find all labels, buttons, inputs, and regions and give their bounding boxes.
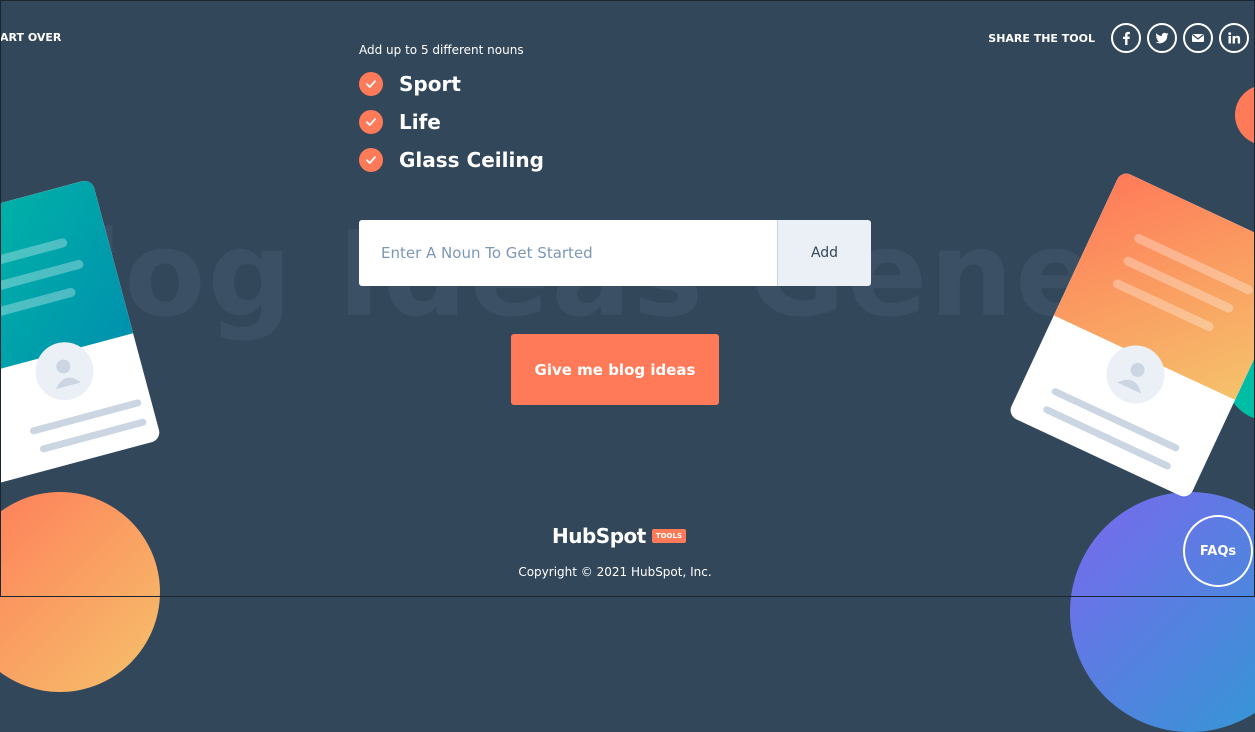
noun-form: Add <box>359 220 871 286</box>
generate-ideas-button[interactable]: Give me blog ideas <box>511 334 719 405</box>
decor-blob-orange-bottom-left <box>0 492 160 692</box>
linkedin-icon[interactable] <box>1219 23 1249 53</box>
noun-item[interactable]: Sport <box>359 65 544 103</box>
share-label: SHARE THE TOOL <box>988 31 1095 45</box>
nouns-hint: Add up to 5 different nouns <box>359 43 524 57</box>
faqs-button[interactable]: FAQs <box>1183 515 1253 587</box>
noun-label: Life <box>399 110 441 134</box>
check-icon <box>359 72 383 96</box>
check-icon <box>359 148 383 172</box>
noun-label: Sport <box>399 72 461 96</box>
noun-item[interactable]: Life <box>359 103 544 141</box>
noun-input[interactable] <box>359 220 777 286</box>
twitter-icon[interactable] <box>1147 23 1177 53</box>
email-icon[interactable] <box>1183 23 1213 53</box>
hubspot-logo[interactable]: HubSpot TOOLS <box>552 524 687 548</box>
tools-badge: TOOLS <box>651 529 687 543</box>
logo-text: HubSpot <box>552 524 646 548</box>
share-bar: SHARE THE TOOL <box>988 23 1249 53</box>
decor-blob-orange-top-right <box>1235 85 1255 145</box>
check-icon <box>359 110 383 134</box>
noun-list: Add up to 5 different nouns Sport Life G… <box>359 43 544 179</box>
add-button[interactable]: Add <box>777 220 871 286</box>
start-over-link[interactable]: ART OVER <box>0 31 61 44</box>
noun-label: Glass Ceiling <box>399 148 544 172</box>
copyright: Copyright © 2021 HubSpot, Inc. <box>518 565 712 579</box>
facebook-icon[interactable] <box>1111 23 1141 53</box>
noun-item[interactable]: Glass Ceiling <box>359 141 544 179</box>
